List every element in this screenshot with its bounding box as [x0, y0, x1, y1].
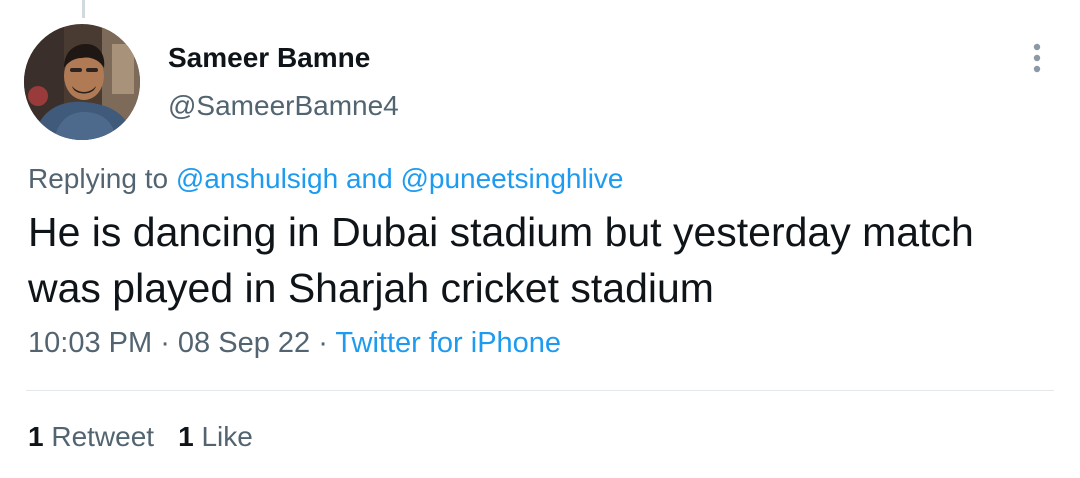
tweet-metadata: 10:03 PM · 08 Sep 22 · Twitter for iPhon… [28, 327, 561, 360]
likes-stat[interactable]: 1 Like [178, 421, 253, 452]
meta-separator: · [310, 327, 336, 359]
author-name[interactable]: Sameer Bamne [168, 42, 370, 74]
more-options-icon[interactable] [1022, 40, 1052, 80]
tweet-source-link[interactable]: Twitter for iPhone [335, 327, 561, 359]
tweet-date[interactable]: 08 Sep 22 [178, 327, 310, 359]
mention-link[interactable]: @anshulsigh [176, 163, 338, 194]
tweet-text: He is dancing in Dubai stadium but yeste… [28, 209, 974, 311]
tweet-time[interactable]: 10:03 PM [28, 327, 152, 359]
avatar-photo [24, 24, 140, 140]
like-count: 1 [178, 421, 194, 452]
retweet-count: 1 [28, 421, 44, 452]
retweets-stat[interactable]: 1 Retweet [28, 421, 154, 452]
engagement-stats: 1 Retweet 1 Like [28, 421, 253, 453]
divider [26, 390, 1054, 391]
avatar[interactable] [24, 24, 140, 140]
like-label: Like [201, 421, 253, 452]
thread-connector-line [82, 0, 85, 18]
retweet-label: Retweet [51, 421, 155, 452]
reply-conjunction: and [338, 163, 401, 194]
author-handle[interactable]: @SameerBamne4 [168, 90, 399, 122]
meta-separator: · [152, 327, 178, 359]
reply-context: Replying to @anshulsigh and @puneetsingh… [28, 163, 623, 195]
mention-link[interactable]: @puneetsinghlive [400, 163, 623, 194]
reply-prefix: Replying to [28, 163, 176, 194]
